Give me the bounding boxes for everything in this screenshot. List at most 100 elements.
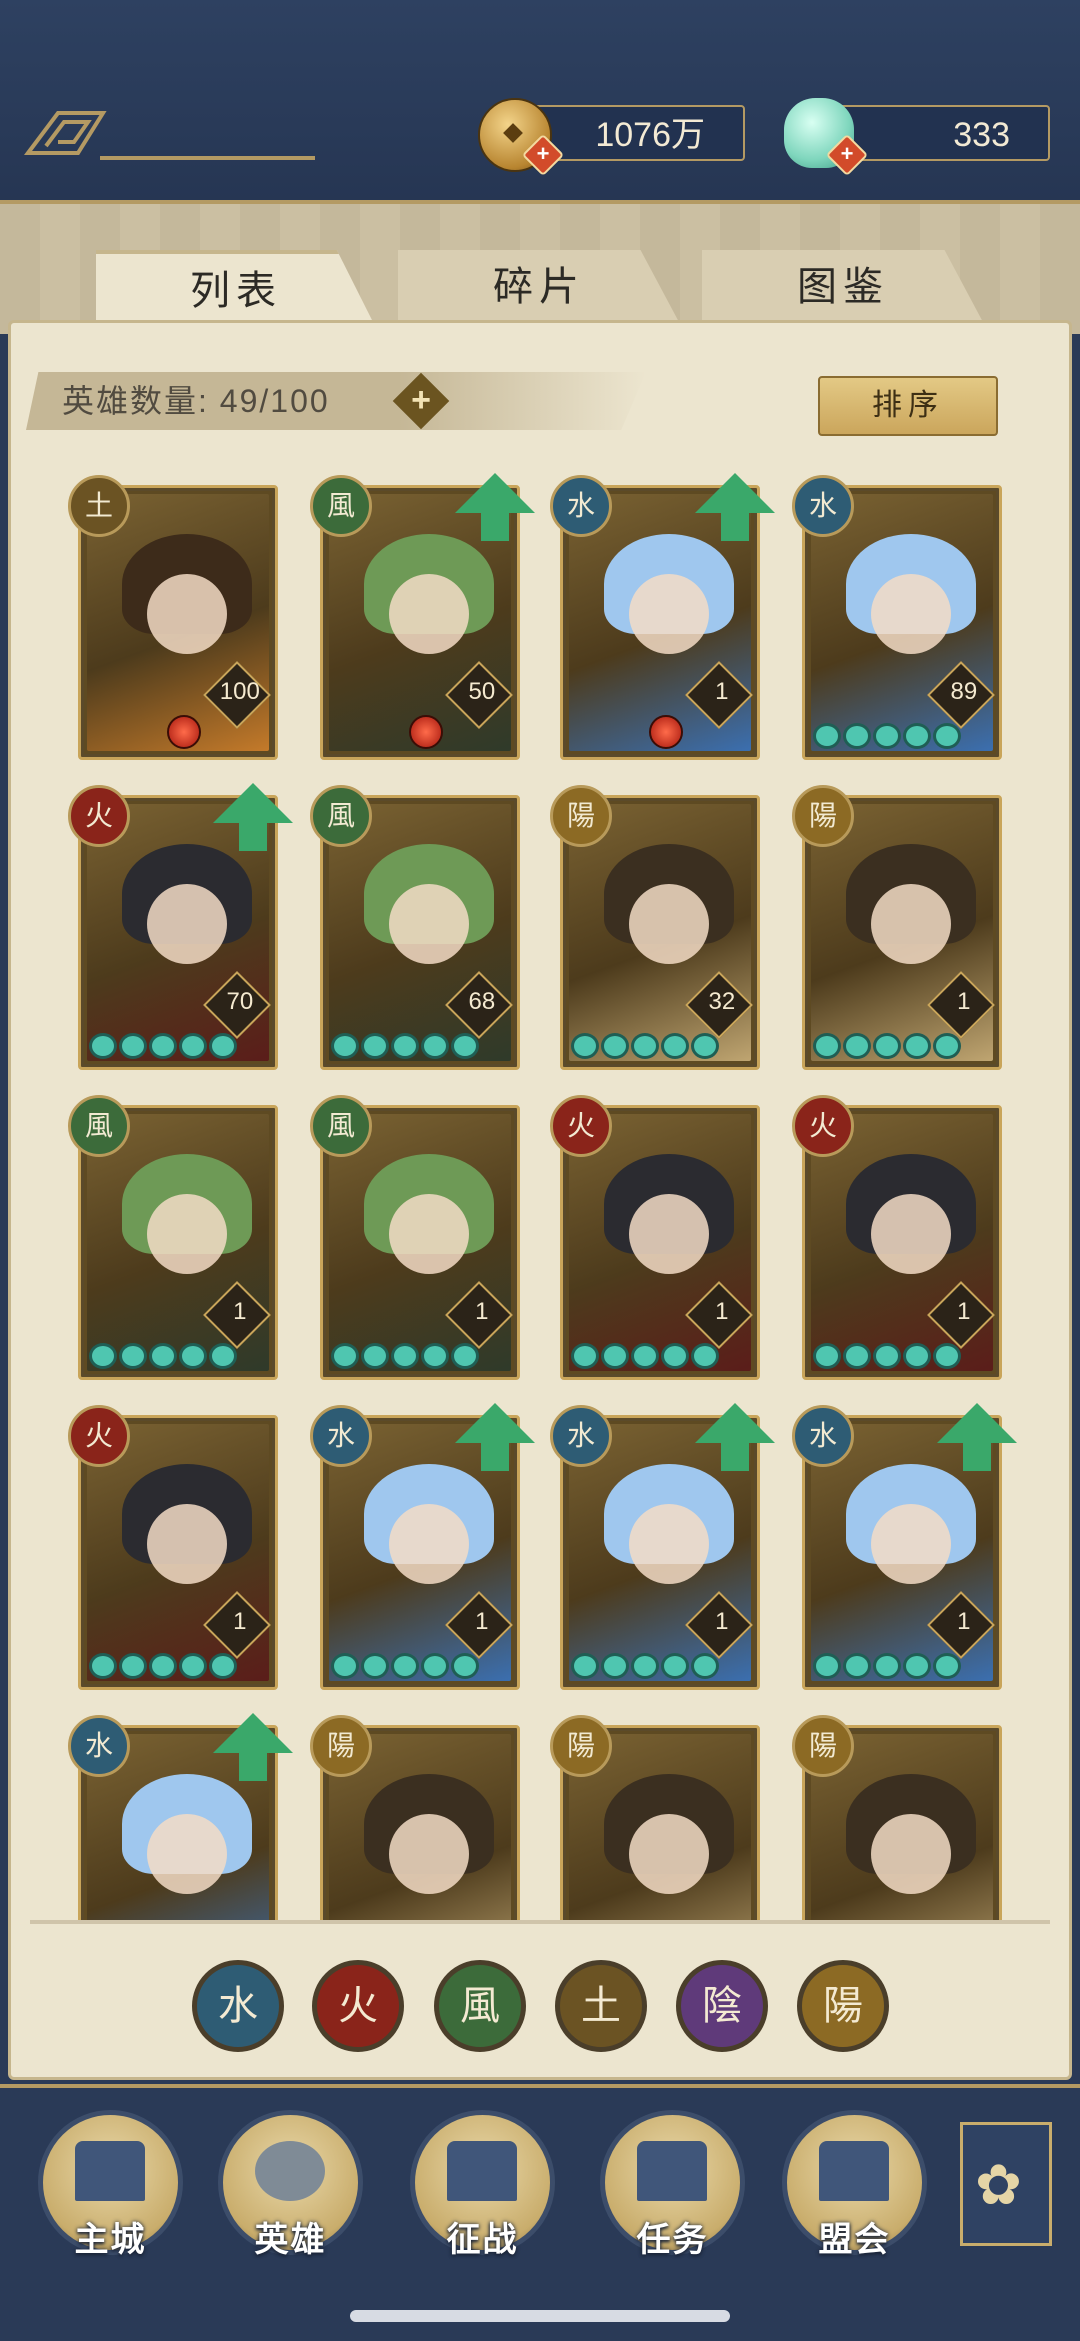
tab-fragments[interactable]: 碎片 [398,250,680,324]
jade-star-icon [873,723,901,749]
tab-atlas[interactable]: 图鉴 [702,250,984,324]
hero-level: 1 [475,1608,489,1636]
hero-level: 1 [957,1608,971,1636]
jade-star-icon [391,1653,419,1679]
hero-element-badge: 風 [310,1095,372,1157]
more-menu-button[interactable]: ✿ [960,2122,1052,2246]
hero-star-rating [813,1033,961,1059]
hero-element-badge: 水 [792,1405,854,1467]
jade-star-icon [873,1033,901,1059]
jade-star-icon [89,1343,117,1369]
hero-element-badge: 水 [68,1715,130,1777]
flower-icon: ✿ [975,2153,1022,2216]
divider [100,156,315,160]
jade-star-icon [661,1653,689,1679]
filter-wind-button[interactable]: 風 [434,1960,526,2052]
jade-star-icon [331,1033,359,1059]
hero-level: 1 [715,1298,729,1326]
jade-star-icon [601,1033,629,1059]
jade-star-icon [361,1343,389,1369]
hero-element-badge: 陽 [792,1715,854,1777]
upgrade-arrow-icon [213,783,293,853]
hero-element-badge: 水 [310,1405,372,1467]
hero-portrait-icon [255,2141,325,2201]
hero-face [629,1504,709,1584]
filter-earth-button[interactable]: 土 [555,1960,647,2052]
jade-star-icon [903,1653,931,1679]
hero-face [147,884,227,964]
hero-level: 50 [468,678,496,706]
hero-star-rating [331,1343,479,1369]
hero-element-badge: 風 [310,475,372,537]
jade-star-icon [331,1343,359,1369]
jade-star-icon [631,1343,659,1369]
hero-level: 1 [233,1298,247,1326]
hero-face [871,884,951,964]
hero-face [629,1194,709,1274]
jade-star-icon [89,1033,117,1059]
hero-level: 1 [957,1298,971,1326]
jade-star-icon [451,1033,479,1059]
nav-heroes-label: 英雄 [254,2221,327,2259]
plus-icon: + [536,141,550,166]
hero-element-badge: 風 [310,785,372,847]
filter-yang-button[interactable]: 陽 [797,1960,889,2052]
awaken-gem-icon [649,715,683,749]
jade-star-icon [631,1653,659,1679]
jade-star-icon [813,723,841,749]
jade-star-icon [571,1033,599,1059]
hero-level: 32 [708,988,736,1016]
hero-face [389,884,469,964]
plus-icon: + [840,141,854,166]
hero-face [389,1194,469,1274]
jade-star-icon [843,1033,871,1059]
jade-star-icon [843,723,871,749]
pattern-ornament-icon [24,111,107,155]
filter-fire-button[interactable]: 火 [312,1960,404,2052]
filter-water-button[interactable]: 水 [192,1960,284,2052]
hero-star-rating [813,1653,961,1679]
divider [30,1920,1050,1924]
upgrade-arrow-icon [455,473,535,543]
jade-star-icon [331,1653,359,1679]
hero-face [147,574,227,654]
jade-star-icon [421,1653,449,1679]
expand-hero-slots-button[interactable]: + [392,372,450,430]
nav-main-city-label: 主城 [74,2221,147,2259]
upgrade-arrow-icon [455,1403,535,1473]
plus-icon: + [411,381,431,419]
hero-star-rating [89,1343,237,1369]
jade-star-icon [451,1343,479,1369]
jade-star-icon [843,1343,871,1369]
jade-star-icon [361,1653,389,1679]
guild-gate-icon [819,2141,889,2201]
hero-face [389,1814,469,1894]
hero-element-badge: 土 [68,475,130,537]
jade-star-icon [571,1653,599,1679]
hero-level: 1 [233,1608,247,1636]
jade-star-icon [119,1653,147,1679]
hero-count-label: 英雄数量: [62,383,209,419]
tab-list[interactable]: 列表 [96,250,376,328]
palace-icon [75,2141,145,2201]
jade-star-icon [691,1033,719,1059]
jade-star-icon [601,1343,629,1369]
jade-star-icon [89,1653,117,1679]
jade-star-icon [873,1343,901,1369]
nav-guild-label: 盟会 [818,2221,891,2259]
jade-star-icon [813,1653,841,1679]
jade-star-icon [209,1653,237,1679]
jade-star-icon [421,1033,449,1059]
jade-star-icon [209,1033,237,1059]
hero-star-rating [571,1343,719,1369]
jade-star-icon [873,1653,901,1679]
jade-star-icon [149,1653,177,1679]
sort-button[interactable]: 排序 [818,376,998,436]
jade-star-icon [933,1653,961,1679]
jade-star-icon [179,1033,207,1059]
jade-star-icon [451,1653,479,1679]
jade-star-icon [661,1033,689,1059]
jade-star-icon [119,1343,147,1369]
filter-yin-button[interactable]: 陰 [676,1960,768,2052]
hero-element-badge: 水 [792,475,854,537]
